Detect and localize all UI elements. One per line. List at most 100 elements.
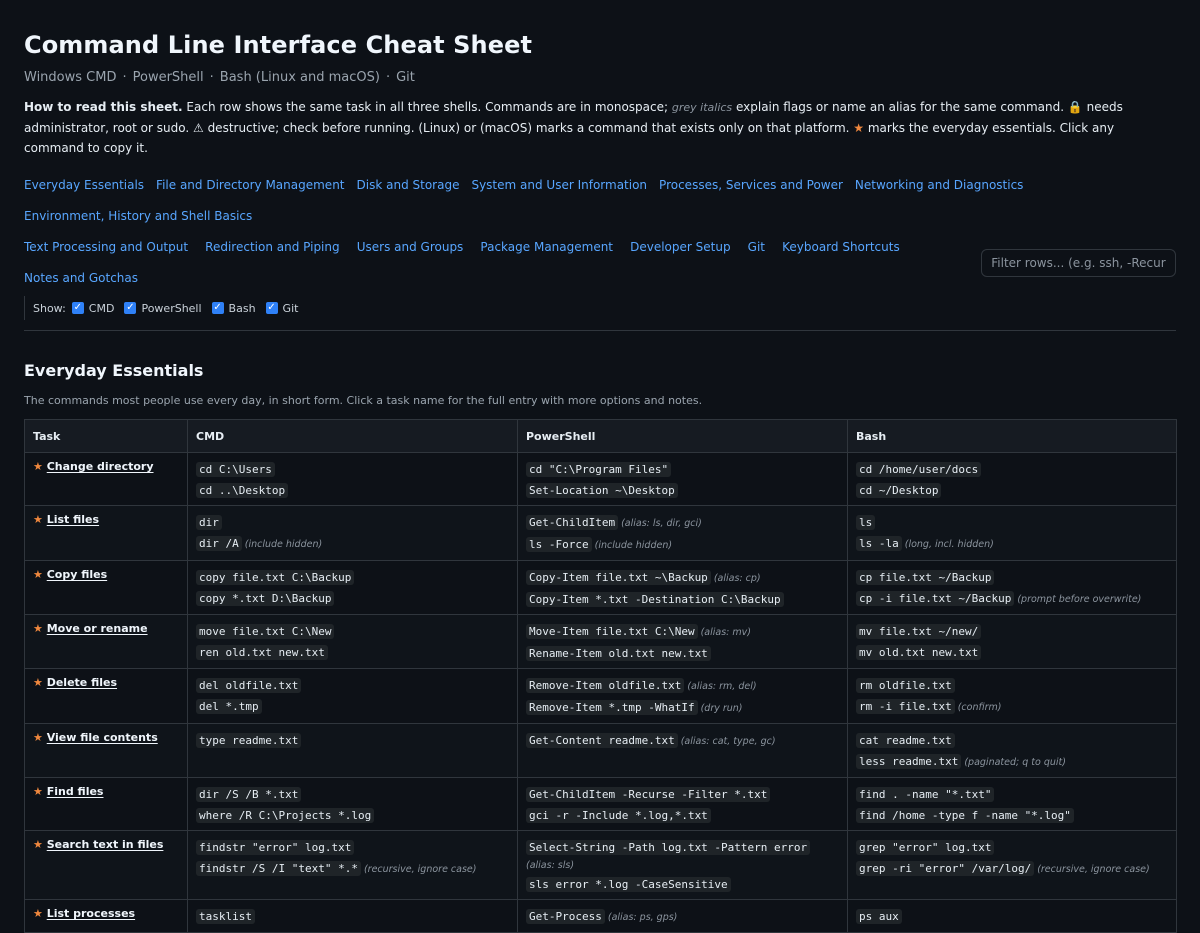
command-code[interactable]: ren old.txt new.txt: [196, 645, 328, 660]
command-code[interactable]: grep -ri "error" /var/log/: [856, 861, 1035, 876]
checkbox-checked-icon[interactable]: ✓: [71, 302, 84, 314]
command-code[interactable]: Rename-Item old.txt new.txt: [526, 646, 711, 661]
command-line: Copy-Item file.txt ~\Backup (alias: cp): [526, 567, 839, 589]
nav-link-environment-history[interactable]: Environment, History and Shell Basics: [24, 201, 252, 232]
command-code[interactable]: less readme.txt: [856, 754, 962, 769]
command-note: (alias: mv): [700, 627, 751, 638]
nav-link-system-and-user[interactable]: System and User Information: [471, 170, 647, 201]
task-link[interactable]: List processes: [47, 907, 135, 920]
command-code[interactable]: type readme.txt: [196, 733, 302, 748]
command-code[interactable]: where /R C:\Projects *.log: [196, 808, 375, 823]
command-code[interactable]: Get-ChildItem: [526, 515, 619, 530]
nav-link-redirection[interactable]: Redirection and Piping: [205, 240, 339, 254]
command-code[interactable]: Copy-Item *.txt -Destination C:\Backup: [526, 592, 784, 607]
command-code[interactable]: dir /A: [196, 536, 242, 551]
command-code[interactable]: ls -la: [856, 536, 902, 551]
command-code[interactable]: find /home -type f -name "*.log": [856, 808, 1074, 823]
howto-text-4: destructive; check before running. (Linu…: [203, 121, 854, 135]
nav-link-text-processing[interactable]: Text Processing and Output: [24, 240, 188, 254]
command-code[interactable]: cd "C:\Program Files": [526, 462, 672, 477]
nav-link-developer-setup[interactable]: Developer Setup: [630, 240, 730, 254]
command-code[interactable]: del oldfile.txt: [196, 678, 302, 693]
nav-link-keyboard-shortcuts[interactable]: Keyboard Shortcuts: [782, 240, 900, 254]
nav-link-notes-gotchas[interactable]: Notes and Gotchas: [24, 271, 138, 285]
task-link[interactable]: View file contents: [47, 731, 158, 744]
star-icon: ★: [33, 731, 43, 744]
task-link[interactable]: Delete files: [47, 676, 117, 689]
command-code[interactable]: sls error *.log -CaseSensitive: [526, 877, 731, 892]
command-code[interactable]: rm oldfile.txt: [856, 678, 955, 693]
command-code[interactable]: del *.tmp: [196, 699, 262, 714]
checkbox-checked-icon[interactable]: ✓: [124, 302, 137, 314]
command-line: Get-Process (alias: ps, gps): [526, 906, 839, 928]
command-code[interactable]: Get-Content readme.txt: [526, 733, 678, 748]
filter-rows-input[interactable]: [981, 249, 1176, 277]
command-code[interactable]: cat readme.txt: [856, 733, 955, 748]
task-link[interactable]: Search text in files: [47, 838, 164, 851]
toggle-git[interactable]: ✓ Git: [265, 302, 298, 315]
command-code[interactable]: move file.txt C:\New: [196, 624, 335, 639]
command-code[interactable]: Set-Location ~\Desktop: [526, 483, 678, 498]
command-line: where /R C:\Projects *.log: [196, 805, 509, 826]
command-code[interactable]: cd ~/Desktop: [856, 483, 942, 498]
nav-link-processes-services-power[interactable]: Processes, Services and Power: [659, 170, 843, 201]
ps-cell: Get-Process (alias: ps, gps): [517, 899, 848, 933]
command-line: copy file.txt C:\Backup: [196, 567, 509, 588]
task-link[interactable]: Find files: [47, 785, 104, 798]
command-code[interactable]: ls: [856, 515, 876, 530]
command-line: cd ..\Desktop: [196, 480, 509, 501]
command-code[interactable]: ls -Force: [526, 537, 592, 552]
command-code[interactable]: dir: [196, 515, 222, 530]
lock-icon: 🔒: [1067, 100, 1083, 114]
command-code[interactable]: Remove-Item oldfile.txt: [526, 678, 685, 693]
command-code[interactable]: cd /home/user/docs: [856, 462, 982, 477]
command-code[interactable]: cd C:\Users: [196, 462, 275, 477]
command-code[interactable]: grep "error" log.txt: [856, 840, 995, 855]
table-row: ★ List processes tasklist Get-Process (alia…: [24, 899, 1177, 933]
task-link[interactable]: List files: [47, 513, 99, 526]
command-line: Get-Content readme.txt (alias: cat, type,…: [526, 730, 839, 752]
nav-link-everyday-essentials[interactable]: Everyday Essentials: [24, 170, 144, 201]
page-title: Command Line Interface Cheat Sheet: [24, 31, 533, 59]
command-code[interactable]: copy file.txt C:\Backup: [196, 570, 355, 585]
checkbox-checked-icon[interactable]: ✓: [265, 302, 278, 314]
command-code[interactable]: findstr "error" log.txt: [196, 840, 355, 855]
command-code[interactable]: cd ..\Desktop: [196, 483, 289, 498]
command-code[interactable]: Select-String -Path log.txt -Pattern err…: [526, 840, 811, 855]
nav-link-file-and-directory[interactable]: File and Directory Management: [156, 170, 344, 201]
nav-link-disk-and-storage[interactable]: Disk and Storage: [357, 170, 460, 201]
command-line: dir /A (include hidden): [196, 533, 509, 555]
task-link[interactable]: Copy files: [47, 568, 107, 581]
star-icon: ★: [33, 907, 43, 920]
command-code[interactable]: Remove-Item *.tmp -WhatIf: [526, 700, 698, 715]
command-code[interactable]: gci -r -Include *.log,*.txt: [526, 808, 711, 823]
command-code[interactable]: cp -i file.txt ~/Backup: [856, 591, 1015, 606]
command-code[interactable]: mv file.txt ~/new/: [856, 624, 982, 639]
command-code[interactable]: findstr /S /I "text" *.*: [196, 861, 361, 876]
command-code[interactable]: cp file.txt ~/Backup: [856, 570, 995, 585]
task-link[interactable]: Move or rename: [47, 622, 148, 635]
command-line: Get-ChildItem -Recurse -Filter *.txt: [526, 784, 839, 805]
nav-link-git[interactable]: Git: [748, 240, 765, 254]
toggle-powershell[interactable]: ✓ PowerShell: [124, 302, 202, 315]
command-line: Move-Item file.txt C:\New (alias: mv): [526, 621, 839, 643]
command-code[interactable]: Move-Item file.txt C:\New: [526, 624, 698, 639]
command-code[interactable]: copy *.txt D:\Backup: [196, 591, 335, 606]
command-line: del oldfile.txt: [196, 675, 509, 696]
toggle-cmd[interactable]: ✓ CMD: [71, 302, 114, 315]
nav-link-networking[interactable]: Networking and Diagnostics: [855, 170, 1024, 201]
checkbox-checked-icon[interactable]: ✓: [211, 302, 224, 314]
command-code[interactable]: rm -i file.txt: [856, 699, 955, 714]
nav-link-users-groups[interactable]: Users and Groups: [357, 240, 464, 254]
command-line: findstr "error" log.txt: [196, 837, 509, 858]
command-code[interactable]: ps aux: [856, 909, 902, 924]
command-code[interactable]: tasklist: [196, 909, 255, 924]
star-icon: ★: [33, 838, 43, 851]
command-code[interactable]: Get-Process: [526, 909, 605, 924]
task-link[interactable]: Change directory: [47, 460, 154, 473]
command-line: type readme.txt: [196, 730, 509, 751]
command-code[interactable]: Copy-Item file.txt ~\Backup: [526, 570, 711, 585]
command-code[interactable]: mv old.txt new.txt: [856, 645, 982, 660]
nav-link-package-management[interactable]: Package Management: [480, 240, 613, 254]
toggle-bash[interactable]: ✓ Bash: [211, 302, 256, 315]
